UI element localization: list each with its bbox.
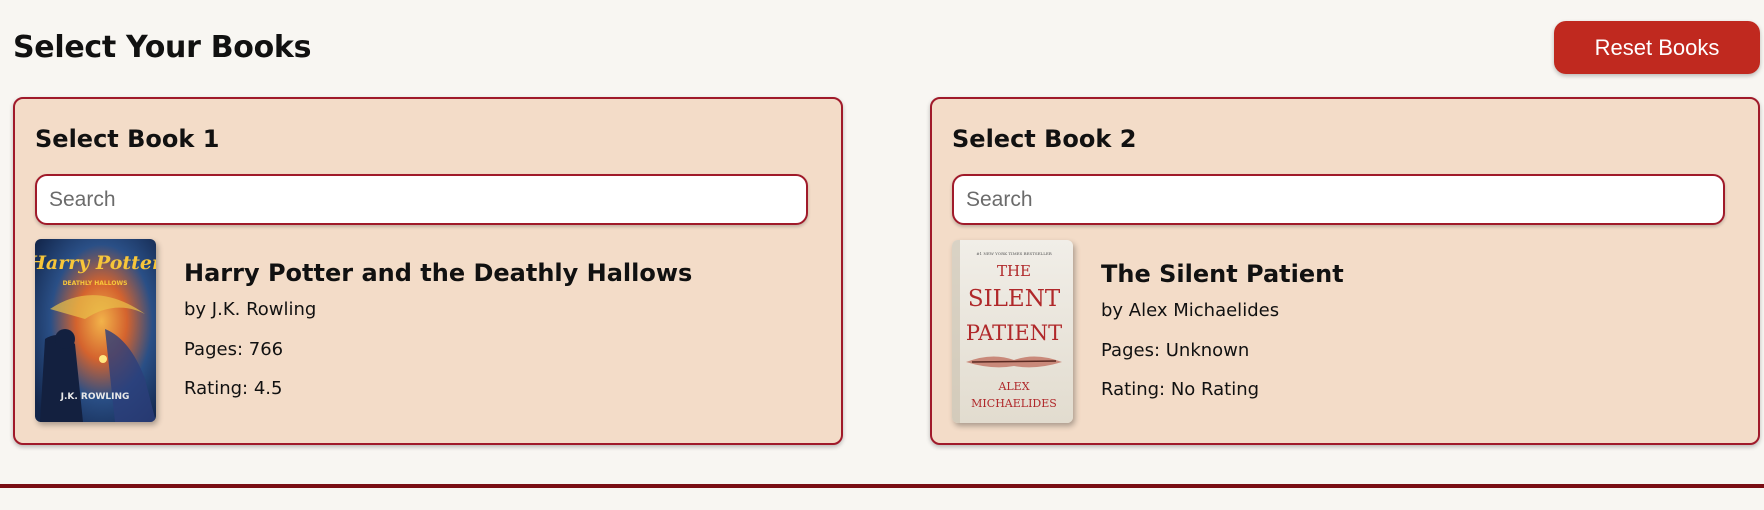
- reset-books-button[interactable]: Reset Books: [1554, 21, 1760, 74]
- book-cover-image: Harry Potter DEATHLY HALLOWS J.K. ROWLIN…: [35, 239, 156, 422]
- cover-title-line1: THE: [997, 262, 1031, 280]
- cover-title-line2: SILENT: [968, 286, 1061, 312]
- book-select-card-2: Select Book 2 #1 NEW YORK TIMES BESTSELL…: [930, 97, 1760, 445]
- book-select-card-1: Select Book 1 Harry Potter: [13, 97, 843, 445]
- card-title: Select Book 2: [952, 125, 1137, 153]
- cover-banner-text: #1 NEW YORK TIMES BESTSELLER: [976, 251, 1053, 256]
- page: Select Your Books Reset Books Select Boo…: [0, 0, 1764, 510]
- book-author: by Alex Michaelides: [1101, 300, 1280, 321]
- divider: [0, 484, 1764, 488]
- book-pages: Pages: 766: [184, 339, 284, 360]
- search-input[interactable]: [35, 174, 808, 225]
- card-title: Select Book 1: [35, 125, 220, 153]
- search-input[interactable]: [952, 174, 1725, 225]
- harry-potter-cover-art: Harry Potter DEATHLY HALLOWS J.K. ROWLIN…: [35, 239, 156, 422]
- cover-title-line3: PATIENT: [966, 321, 1062, 345]
- cover-author-text: J.K. ROWLING: [60, 392, 130, 402]
- cover-title-text: Harry Potter: [35, 252, 156, 274]
- page-title: Select Your Books: [13, 30, 312, 65]
- book-title: Harry Potter and the Deathly Hallows: [184, 259, 693, 287]
- book-rating: Rating: 4.5: [184, 378, 283, 399]
- cover-author-line1: ALEX: [997, 380, 1029, 393]
- book-title: The Silent Patient: [1101, 260, 1344, 288]
- cover-subtitle-text: DEATHLY HALLOWS: [63, 280, 128, 287]
- book-cover-image: #1 NEW YORK TIMES BESTSELLER THE SILENT …: [952, 240, 1073, 423]
- cover-author-line2: MICHAELIDES: [971, 397, 1057, 410]
- book-rating: Rating: No Rating: [1101, 379, 1260, 400]
- book-pages: Pages: Unknown: [1101, 340, 1250, 361]
- silent-patient-cover-art: #1 NEW YORK TIMES BESTSELLER THE SILENT …: [952, 240, 1073, 423]
- book-author: by J.K. Rowling: [184, 299, 317, 320]
